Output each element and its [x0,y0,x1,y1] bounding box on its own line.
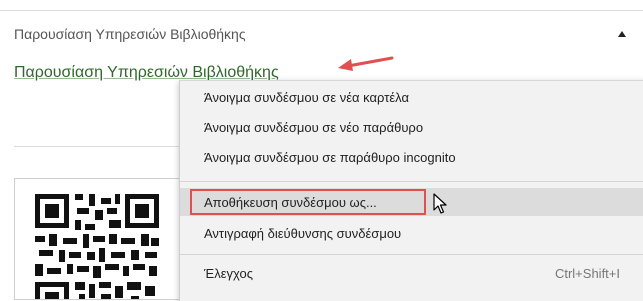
red-arrow-icon [338,56,394,71]
content-divider [14,146,180,147]
mouse-pointer-icon [433,193,447,214]
menu-item-label: Άνοιγμα συνδέσμου σε νέα καρτέλα [204,90,409,105]
menu-item-open-new-tab[interactable]: Άνοιγμα συνδέσμου σε νέα καρτέλα [180,83,643,111]
menu-item-label: Έλεγχος [204,266,253,281]
accordion-title: Παρουσίαση Υπηρεσιών Βιβλιοθήκης [14,26,246,42]
accordion-header[interactable]: Παρουσίαση Υπηρεσιών Βιβλιοθήκης [0,11,643,53]
qr-code [35,194,159,299]
menu-item-open-new-window[interactable]: Άνοιγμα συνδέσμου σε νέο παράθυρο [180,113,643,141]
menu-item-label: Άνοιγμα συνδέσμου σε νέο παράθυρο [204,120,424,135]
context-menu: Άνοιγμα συνδέσμου σε νέα καρτέλα Άνοιγμα… [179,80,643,301]
menu-item-inspect[interactable]: Έλεγχος Ctrl+Shift+I [180,259,643,287]
qr-code-panel [14,178,181,300]
menu-separator [180,254,643,255]
menu-item-shortcut: Ctrl+Shift+I [554,266,620,281]
menu-item-copy-link-address[interactable]: Αντιγραφή διεύθυνσης συνδέσμου [180,219,643,247]
menu-separator [180,181,643,182]
menu-item-open-incognito[interactable]: Άνοιγμα συνδέσμου σε παράθυρο incognito [180,143,643,171]
caret-up-icon[interactable] [618,31,626,37]
menu-item-label: Άνοιγμα συνδέσμου σε παράθυρο incognito [204,150,456,165]
menu-item-label: Αντιγραφή διεύθυνσης συνδέσμου [204,226,402,241]
menu-item-label: Αποθήκευση συνδέσμου ως... [204,195,377,210]
menu-item-save-link-as[interactable]: Αποθήκευση συνδέσμου ως... [180,188,643,216]
